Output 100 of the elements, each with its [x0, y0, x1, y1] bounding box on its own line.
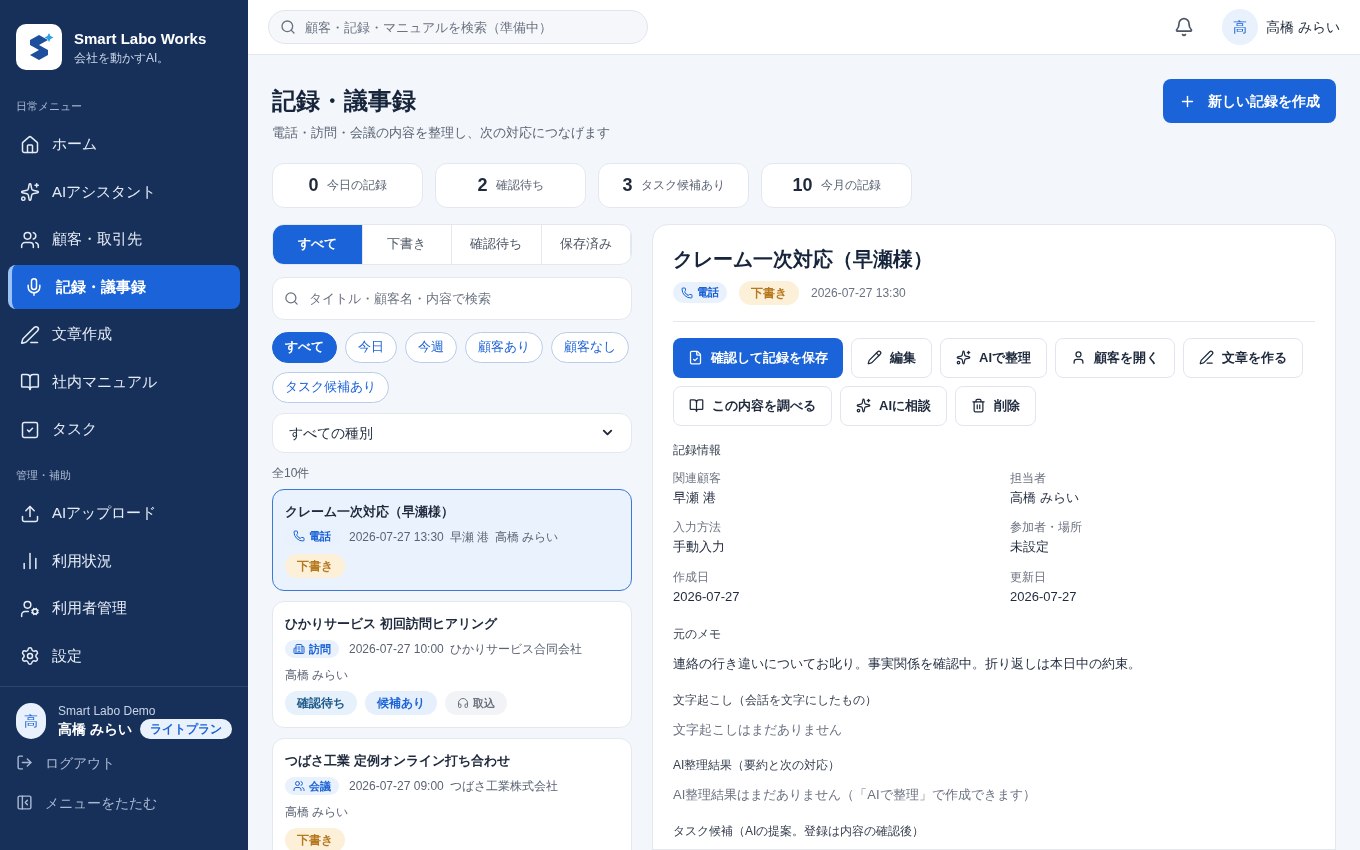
sidebar-item[interactable]: 設定	[8, 634, 240, 678]
notification-icon[interactable]	[1174, 17, 1195, 37]
field-value: 2026-07-27	[673, 587, 741, 606]
new-record-button[interactable]: 新しい記録を作成	[1163, 79, 1336, 123]
user-avatar[interactable]: 高	[1222, 9, 1259, 45]
sidebar-item[interactable]: AIアシスタント	[8, 170, 240, 214]
stat-value: 10	[792, 174, 813, 197]
sidebar-item[interactable]: 利用者管理	[8, 586, 240, 631]
field-value: 未設定	[1010, 538, 1050, 556]
action-button[interactable]: この内容を調べる	[673, 385, 832, 426]
plan-badge: ライトプラン	[140, 718, 232, 739]
record-meta: 2026-07-27 10:00	[349, 641, 444, 658]
stat-value: 3	[622, 174, 633, 197]
record-card[interactable]: つばさ工業 定例オンライン打ち合わせ 会議 2026-07-27 09:00 つばさ工業株式会社 高橋 みらい 下書き	[272, 738, 632, 850]
phone-icon	[681, 286, 693, 299]
sparkle-icon	[856, 398, 871, 413]
record-title: つばさ工業 定例オンライン打ち合わせ	[285, 752, 511, 771]
record-search-field[interactable]: タイトル・顧客名・内容で検索	[272, 276, 632, 320]
sparkle-icon	[956, 350, 971, 365]
checkbox-icon	[20, 419, 40, 440]
section-body: 文字起こしはまだありません	[673, 720, 843, 739]
action-button[interactable]: 文章を作る	[1183, 337, 1303, 378]
sidebar-item[interactable]: ホーム	[8, 122, 240, 167]
field-label: 担当者	[1010, 469, 1047, 486]
sidebar-link[interactable]: メニューをたたむ	[16, 786, 232, 819]
phone-icon	[293, 530, 305, 543]
sparkle-icon	[20, 182, 40, 202]
status-badge: 下書き	[285, 554, 345, 579]
sidebar-link[interactable]: ログアウト	[16, 746, 232, 779]
section-body: AI整理結果はまだありません（「AIで整理」で作成できます）	[673, 786, 1037, 804]
organization-name: Smart Labo Demo	[58, 702, 157, 719]
field-label: 参加者・場所	[1010, 519, 1083, 535]
bar-chart-icon	[20, 551, 40, 571]
record-meta: 早瀬 港	[449, 528, 490, 545]
building-icon	[293, 643, 305, 656]
status-badge: 取込	[445, 691, 507, 716]
status-badge: 下書き	[739, 280, 799, 305]
logout-icon	[16, 754, 33, 771]
pen-icon	[1199, 350, 1214, 365]
sidebar-item[interactable]: タスク	[8, 407, 240, 452]
type-select[interactable]: すべての種別	[272, 412, 632, 453]
type-tag: 訪問	[285, 639, 339, 659]
record-card[interactable]: クレーム一次対応（早瀬様） 電話 2026-07-27 13:30 早瀬 港 高橋 みらい 下書き	[272, 488, 632, 592]
record-meta: 2026-07-27 09:00	[349, 778, 444, 795]
user-gear-icon	[20, 598, 40, 619]
sidebar-item[interactable]: 利用状況	[8, 539, 240, 583]
user-name: 高橋 みらい	[58, 719, 132, 739]
pencil-icon	[867, 350, 882, 365]
filter-chip[interactable]: すべて	[272, 331, 337, 363]
action-button[interactable]: AIに相談	[840, 385, 947, 426]
record-card[interactable]: ひかりサービス 初回訪問ヒアリング 訪問 2026-07-27 10:00 ひかりサービス合同会社 高橋 みらい 確認待ち 候補あり 取込	[272, 601, 632, 729]
action-button[interactable]: 削除	[955, 385, 1036, 426]
users-icon	[293, 780, 305, 792]
user-avatar: 高	[16, 702, 47, 739]
sidebar-item[interactable]: 文章作成	[8, 312, 240, 357]
filter-tab[interactable]: 保存済み	[541, 224, 631, 264]
document-check-icon	[688, 350, 703, 365]
filter-chip[interactable]: 顧客あり	[465, 331, 543, 363]
filter-chip[interactable]: タスク候補あり	[272, 371, 389, 403]
section-heading: 記録情報	[673, 441, 722, 458]
action-button[interactable]: AIで整理	[940, 337, 1047, 378]
filter-chip[interactable]: 今日	[345, 331, 397, 363]
record-title: クレーム一次対応（早瀬様）	[285, 502, 455, 521]
headset-icon	[457, 697, 469, 710]
action-button[interactable]: 確認して記録を保存	[673, 337, 843, 378]
field-label: 更新日	[1010, 568, 1047, 585]
global-search-field[interactable]: 顧客・記録・マニュアルを検索（準備中）	[268, 10, 648, 44]
sidebar-item[interactable]: 社内マニュアル	[8, 360, 240, 404]
stat-label: 今月の記録	[820, 177, 881, 193]
sidebar-item[interactable]: 顧客・取引先	[8, 217, 240, 262]
field-value: 手動入力	[673, 538, 726, 556]
status-badge: 候補あり	[365, 691, 437, 716]
sidebar-item[interactable]: 記録・議事録	[8, 265, 240, 309]
stat-label: 今日の記録	[326, 177, 387, 193]
record-meta: 2026-07-27 13:30	[349, 528, 444, 545]
action-button[interactable]: 編集	[851, 337, 932, 378]
logo-icon	[16, 24, 62, 70]
settings-icon	[20, 646, 40, 666]
filter-chip[interactable]: 今週	[405, 331, 457, 363]
record-title: ひかりサービス 初回訪問ヒアリング	[285, 615, 499, 634]
field-label: 作成日	[673, 568, 710, 585]
collapse-icon	[16, 794, 33, 811]
status-badge: 下書き	[285, 828, 345, 850]
filter-tab[interactable]: すべて	[273, 224, 363, 264]
section-heading: AI整理結果（要約と次の対応）	[673, 757, 842, 773]
type-tag: 電話	[673, 282, 727, 303]
sidebar-item[interactable]: AIアップロード	[8, 491, 240, 536]
pen-icon	[20, 324, 40, 345]
filter-tab[interactable]: 下書き	[362, 224, 452, 264]
section-body: 連絡の行き違いについてお叱り。事実関係を確認中。折り返しは本日中の約束。	[673, 655, 1142, 673]
filter-tab[interactable]: 確認待ち	[452, 224, 542, 264]
book-icon	[689, 398, 704, 413]
action-button[interactable]: 顧客を開く	[1055, 337, 1175, 378]
field-value: 早瀬 港	[673, 488, 717, 507]
type-tag: 会議	[285, 776, 339, 796]
filter-chip[interactable]: 顧客なし	[551, 331, 629, 363]
page-title: 記録・議事録	[272, 86, 417, 116]
stat-value: 0	[308, 174, 319, 197]
microphone-icon	[24, 277, 44, 297]
field-value: 2026-07-27	[1010, 587, 1078, 606]
